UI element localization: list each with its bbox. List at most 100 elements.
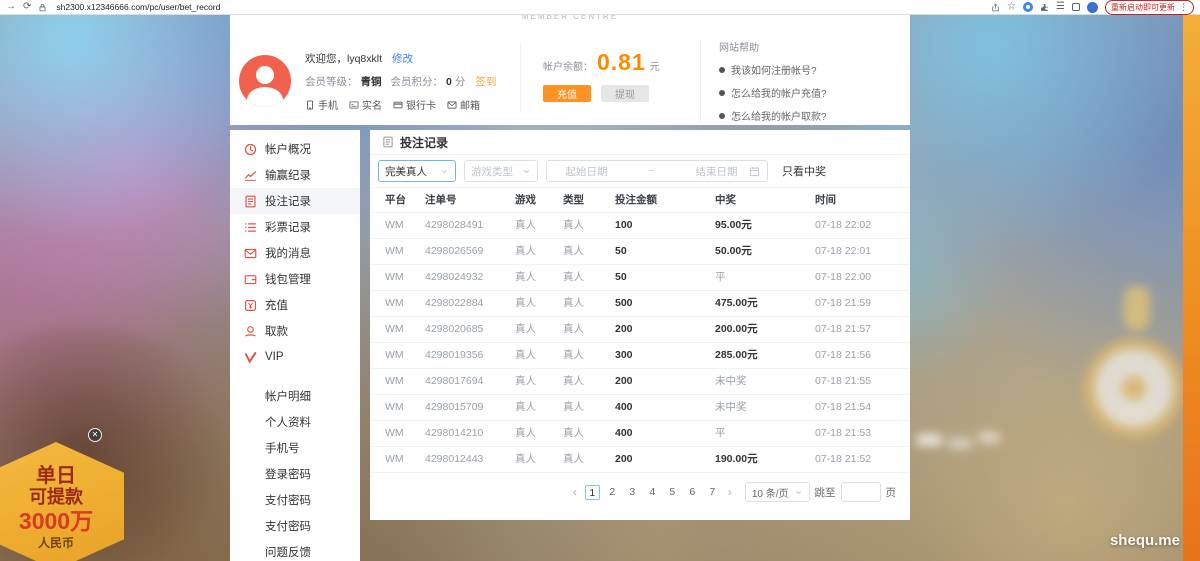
url-text[interactable]: sh2300.x12346666.com/pc/user/bet_record [56,2,220,12]
jump-unit: 页 [886,485,897,500]
help-section: 网站帮助 我该如何注册帐号?怎么给我的帐户充值?怎么给我的帐户取款? [700,39,900,123]
document-icon [382,136,394,148]
extension-blue-icon[interactable] [1023,2,1033,12]
star-icon[interactable]: ☆ [1007,2,1016,12]
promo-line2: 可提款 [29,487,83,509]
person-icon [256,66,274,84]
points-value: 0 [446,76,452,88]
table-row: WM4298022884真人真人500475.00元07-18 21:59 [370,291,910,317]
sidebar-link-问题反馈[interactable]: 问题反馈 [230,540,360,561]
only-win-toggle[interactable]: 只看中奖 [782,163,826,179]
next-page-icon[interactable]: › [725,485,735,499]
sidebar-item-帐户概况[interactable]: 帐户概况 [230,136,360,162]
sidebar-link-帐户明细[interactable]: 帐户明细 [230,384,360,410]
sidebar-item-钱包管理[interactable]: 钱包管理 [230,266,360,292]
table-header-row: 平台注单号游戏类型投注金额中奖时间 [370,188,910,213]
withdraw-icon [244,325,257,338]
close-icon[interactable]: ✕ [88,428,102,442]
promo-line3: 3000万 [19,508,93,536]
chevron-down-icon [522,167,531,176]
relaunch-update-button[interactable]: 重新启动即可更新 ⋮ [1105,0,1194,15]
sidebar-item-取款[interactable]: 取款 [230,318,360,344]
balance-label: 帐户余额： [543,58,593,73]
page-button-1[interactable]: 1 [585,485,600,500]
page-button-5[interactable]: 5 [665,485,680,500]
mail-icon [244,247,257,260]
page-button-2[interactable]: 2 [605,485,620,500]
user-panel: MEMBER CENTRE 欢迎您，lyq8xklt 修改 会员等级： 青铜 会… [230,15,910,125]
email-icon [447,100,457,110]
page-title: 投注记录 [400,134,448,151]
table-row: WM4298028491真人真人10095.00元07-18 22:02 [370,213,910,239]
jump-page-input[interactable] [841,482,881,502]
platform-select[interactable]: 完美真人 [378,160,456,182]
jump-label: 跳至 [815,485,836,500]
sidebar-link-个人资料[interactable]: 个人资料 [230,410,360,436]
recharge-icon [244,299,257,312]
page-button-3[interactable]: 3 [625,485,640,500]
profile-box-icon[interactable] [1072,3,1080,11]
signin-link[interactable]: 签到 [475,74,496,89]
column-header: 时间 [815,188,910,212]
calendar-icon [749,166,760,177]
recharge-button[interactable]: 充值 [543,85,591,102]
sidebar-link-支付密码[interactable]: 支付密码 [230,488,360,514]
extension-puzzle-icon[interactable] [1040,3,1049,12]
casino-chip [948,438,972,449]
avatar-blue-icon[interactable] [1087,2,1098,13]
game-type-select[interactable]: 游戏类型 [464,160,538,182]
help-item[interactable]: 怎么给我的帐户充值? [719,85,900,100]
forward-icon[interactable]: → [6,2,16,12]
browser-toolbar: → ⟳ sh2300.x12346666.com/pc/user/bet_rec… [0,0,1200,15]
prev-page-icon[interactable]: ‹ [570,485,580,499]
table-row: WM4298024932真人真人50平07-18 22:00 [370,265,910,291]
verify-银行卡[interactable]: 银行卡 [393,97,436,112]
realname-icon [349,100,359,110]
help-item[interactable]: 我该如何注册帐号? [719,62,900,77]
sidebar-link-登录密码[interactable]: 登录密码 [230,462,360,488]
sidebar-item-充值[interactable]: 充值 [230,292,360,318]
date-start-placeholder: 起始日期 [554,164,619,179]
points-unit: 分 [455,74,466,89]
share-icon[interactable] [991,3,1000,12]
help-list: 我该如何注册帐号? 怎么给我的帐户充值? 怎么给我的帐户取款? [719,62,900,123]
casino-chip [916,434,942,446]
modify-link[interactable]: 修改 [392,51,413,66]
column-header: 注单号 [425,188,515,212]
help-item[interactable]: 怎么给我的帐户取款? [719,108,900,123]
sidebar-item-投注记录[interactable]: 投注记录 [230,188,360,214]
sidebar-link-手机号[interactable]: 手机号 [230,436,360,462]
sidebar-links: 帐户明细个人资料手机号登录密码支付密码支付密码问题反馈 [230,384,360,561]
sidebar-menu: 帐户概况输赢纪录投注记录彩票记录我的消息钱包管理充值取款VIP [230,136,360,370]
verify-邮箱[interactable]: 邮箱 [447,97,480,112]
date-end-placeholder: 结束日期 [684,164,749,179]
sidebar-item-VIP[interactable]: VIP [230,344,360,370]
chevron-down-icon [794,488,803,497]
page-button-6[interactable]: 6 [685,485,700,500]
watermark: shequ.me [1110,532,1180,549]
sidebar-item-输赢纪录[interactable]: 输赢纪录 [230,162,360,188]
verify-实名[interactable]: 实名 [349,97,382,112]
menu-dots-icon[interactable]: ⋮ [1179,2,1188,13]
reading-list-icon[interactable]: ☰ [1056,2,1065,12]
document-icon [244,195,257,208]
page-size-select[interactable]: 10 条/页 [745,482,810,502]
sidebar-item-彩票记录[interactable]: 彩票记录 [230,214,360,240]
chevron-down-icon [440,167,449,176]
reload-icon[interactable]: ⟳ [23,2,31,12]
table-row: WM4298017694真人真人200未中奖07-18 21:55 [370,369,910,395]
sidebar-link-支付密码[interactable]: 支付密码 [230,514,360,540]
table-row: WM4298020685真人真人200200.00元07-18 21:57 [370,317,910,343]
date-range-input[interactable]: 起始日期 ~ 结束日期 [546,160,768,182]
withdraw-button[interactable]: 提现 [601,85,649,102]
page-button-4[interactable]: 4 [645,485,660,500]
casino-chip [978,432,1000,443]
verify-手机[interactable]: 手机 [305,97,338,112]
pagination: ‹ 1234567 › 10 条/页 跳至 页 [370,482,910,502]
sidebar-item-我的消息[interactable]: 我的消息 [230,240,360,266]
table-row: WM4298014210真人真人400平07-18 21:53 [370,421,910,447]
bankcard-icon [393,100,403,110]
balance-section: 帐户余额： 0.81 元 充值 提现 [520,43,700,111]
column-header: 类型 [563,188,615,212]
page-button-7[interactable]: 7 [705,485,720,500]
